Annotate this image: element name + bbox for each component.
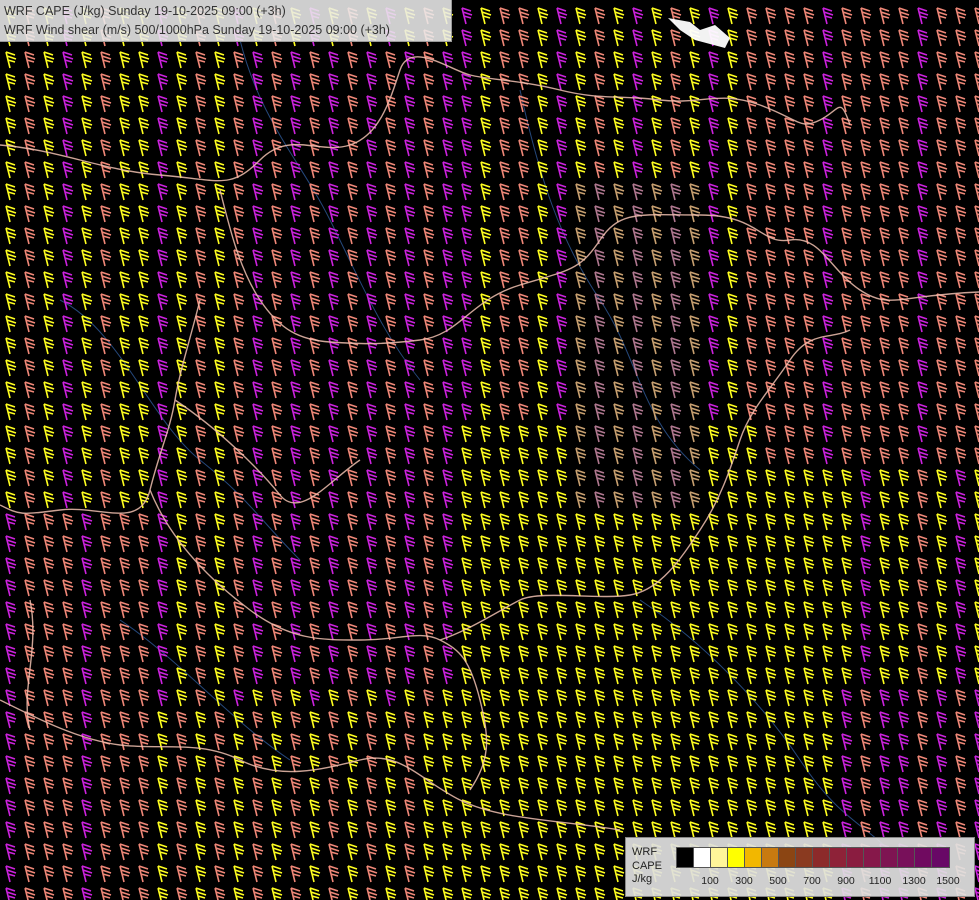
legend-swatch	[830, 848, 847, 867]
legend-swatch	[847, 848, 864, 867]
legend-swatch	[677, 848, 694, 867]
legend-field-label: CAPE	[632, 859, 662, 872]
map-canvas	[0, 0, 979, 900]
legend-tick-labels: 100 300 500 700 900 1100 1300 1500	[676, 875, 976, 889]
legend-tick: 700	[803, 875, 821, 887]
title-wind-shear: WRF Wind shear (m/s) 500/1000hPa Sunday …	[4, 23, 390, 37]
legend-tick: 1100	[868, 875, 892, 887]
legend-labels: WRF CAPE J/kg	[632, 846, 662, 887]
legend-swatch	[694, 848, 711, 867]
title-cape: WRF CAPE (J/kg) Sunday 19-10-2025 09:00 …	[4, 4, 286, 18]
legend-tick: 1500	[936, 875, 960, 887]
legend-swatch	[864, 848, 881, 867]
legend-tick: 900	[837, 875, 855, 887]
legend-swatch	[898, 848, 915, 867]
legend-swatch	[932, 848, 949, 867]
legend-model-label: WRF	[632, 846, 658, 858]
legend-tick: 1300	[902, 875, 926, 887]
legend-swatch	[915, 848, 932, 867]
legend-swatch	[881, 848, 898, 867]
legend-swatch	[728, 848, 745, 867]
legend-swatch	[779, 848, 796, 867]
legend-swatch	[813, 848, 830, 867]
legend-tick: 300	[735, 875, 753, 887]
legend-swatch	[762, 848, 779, 867]
legend-color-bar	[676, 847, 950, 868]
legend-tick: 500	[769, 875, 787, 887]
legend-swatch	[796, 848, 813, 867]
legend-swatch	[711, 848, 728, 867]
cape-legend: WRF CAPE J/kg 100 300 500 700 900 1100 1300 150…	[625, 837, 975, 897]
legend-swatch	[745, 848, 762, 867]
map-title-box: WRF CAPE (J/kg) Sunday 19-10-2025 09:00 …	[0, 0, 452, 42]
legend-tick: 100	[701, 875, 719, 887]
legend-unit-label: J/kg	[632, 873, 653, 885]
